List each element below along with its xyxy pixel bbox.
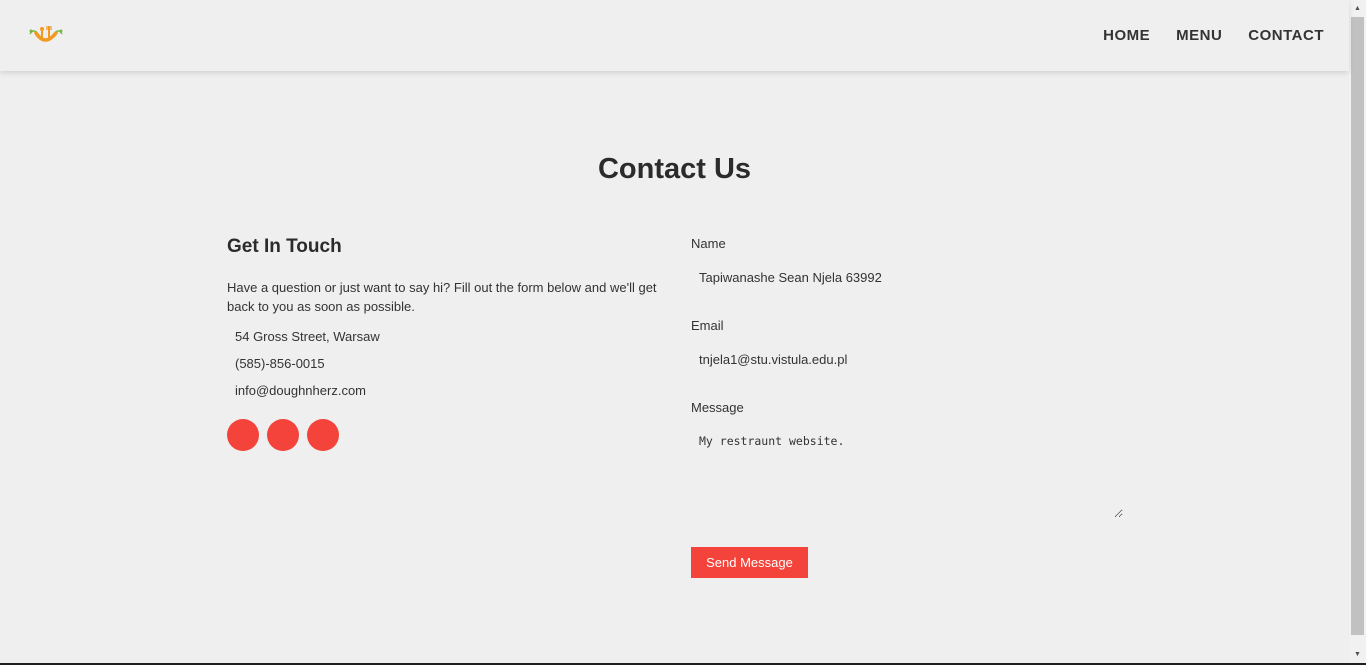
scrollbar[interactable]: ▲ ▼ (1349, 0, 1366, 665)
contact-email: info@doughnherz.com (235, 383, 366, 398)
get-in-touch-heading: Get In Touch (227, 236, 342, 257)
email-label: Email (691, 318, 724, 333)
social-link-2[interactable] (267, 419, 299, 451)
social-link-1[interactable] (227, 419, 259, 451)
restaurant-logo[interactable] (27, 23, 65, 47)
contact-address: 54 Gross Street, Warsaw (235, 329, 380, 344)
contact-form: Name Email Message My restraunt website.… (691, 236, 1123, 578)
name-label: Name (691, 236, 726, 251)
scroll-up-icon[interactable]: ▲ (1349, 0, 1366, 17)
email-input[interactable] (691, 344, 1123, 374)
message-label: Message (691, 400, 744, 415)
social-link-3[interactable] (307, 419, 339, 451)
send-message-button[interactable]: Send Message (691, 547, 808, 578)
social-links (227, 419, 662, 451)
contact-details: 54 Gross Street, Warsaw (585)-856-0015 i… (227, 330, 662, 411)
contact-info: Get In Touch Have a question or just wan… (227, 236, 662, 451)
logo-icon (29, 26, 63, 42)
intro-text: Have a question or just want to say hi? … (227, 280, 657, 314)
message-textarea[interactable]: My restraunt website. (691, 426, 1123, 518)
page-title: Contact Us (597, 153, 752, 185)
nav-link-contact[interactable]: CONTACT (1248, 27, 1324, 44)
navbar: HOME MENU CONTACT (0, 0, 1349, 71)
scroll-thumb[interactable] (1351, 17, 1364, 635)
scroll-down-icon[interactable]: ▼ (1349, 646, 1366, 663)
contact-phone: (585)-856-0015 (235, 356, 325, 371)
nav-link-home[interactable]: HOME (1103, 27, 1150, 44)
main-nav: HOME MENU CONTACT (1103, 27, 1324, 44)
name-input[interactable] (691, 262, 1123, 292)
nav-link-menu[interactable]: MENU (1176, 27, 1222, 44)
